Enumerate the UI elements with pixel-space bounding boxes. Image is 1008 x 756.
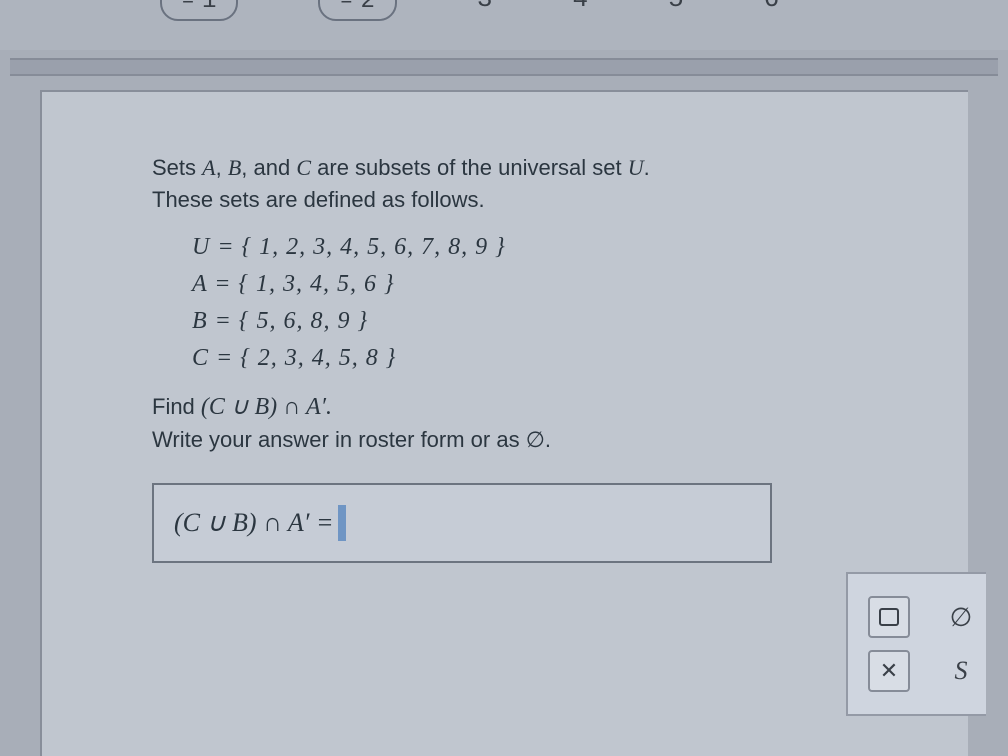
braces-icon — [877, 605, 901, 629]
intro-line-1: Sets A, B, and C are subsets of the univ… — [152, 155, 650, 180]
text-cursor-icon — [338, 505, 346, 541]
nav-item-5[interactable]: 5 — [668, 0, 684, 14]
nav-item-2[interactable]: =2 — [318, 0, 396, 21]
find-expression: (C ∪ B) ∩ A′. — [201, 394, 332, 420]
problem-panel: Sets A, B, and C are subsets of the univ… — [40, 90, 968, 756]
clear-button[interactable]: ✕ — [868, 650, 910, 692]
tool-panel: ∅ ✕ S — [846, 572, 986, 716]
find-instruction: Find (C ∪ B) ∩ A′. — [152, 392, 858, 421]
intro-line-2: These sets are defined as follows. — [152, 187, 485, 212]
reset-button[interactable]: S — [940, 650, 982, 692]
nav-item-3[interactable]: 3 — [477, 0, 493, 14]
answer-input[interactable]: (C ∪ B) ∩ A′ = — [152, 483, 772, 563]
nav-item-6[interactable]: 6 — [764, 0, 780, 14]
check-icon: = — [340, 0, 352, 13]
problem-intro: Sets A, B, and C are subsets of the univ… — [152, 152, 858, 216]
set-definition-b: B = { 5, 6, 8, 9 } — [192, 308, 858, 335]
check-icon: = — [182, 0, 194, 13]
write-instruction: Write your answer in roster form or as ∅… — [152, 427, 858, 453]
answer-expression-label: (C ∪ B) ∩ A′ = — [174, 508, 334, 538]
question-nav: =1 =2 3 4 5 6 — [0, 0, 1008, 50]
set-definition-c: C = { 2, 3, 4, 5, 8 } — [192, 345, 858, 372]
scrollbar-horizontal[interactable] — [10, 58, 998, 76]
nav-item-4[interactable]: 4 — [572, 0, 588, 14]
close-icon: ✕ — [880, 658, 898, 684]
empty-set-icon: ∅ — [950, 602, 973, 633]
nav-item-1[interactable]: =1 — [160, 0, 238, 21]
reset-icon: S — [955, 656, 968, 686]
set-definition-u: U = { 1, 2, 3, 4, 5, 6, 7, 8, 9 } — [192, 234, 858, 261]
roster-braces-button[interactable] — [868, 596, 910, 638]
set-definition-a: A = { 1, 3, 4, 5, 6 } — [192, 271, 858, 298]
empty-set-button[interactable]: ∅ — [940, 596, 982, 638]
